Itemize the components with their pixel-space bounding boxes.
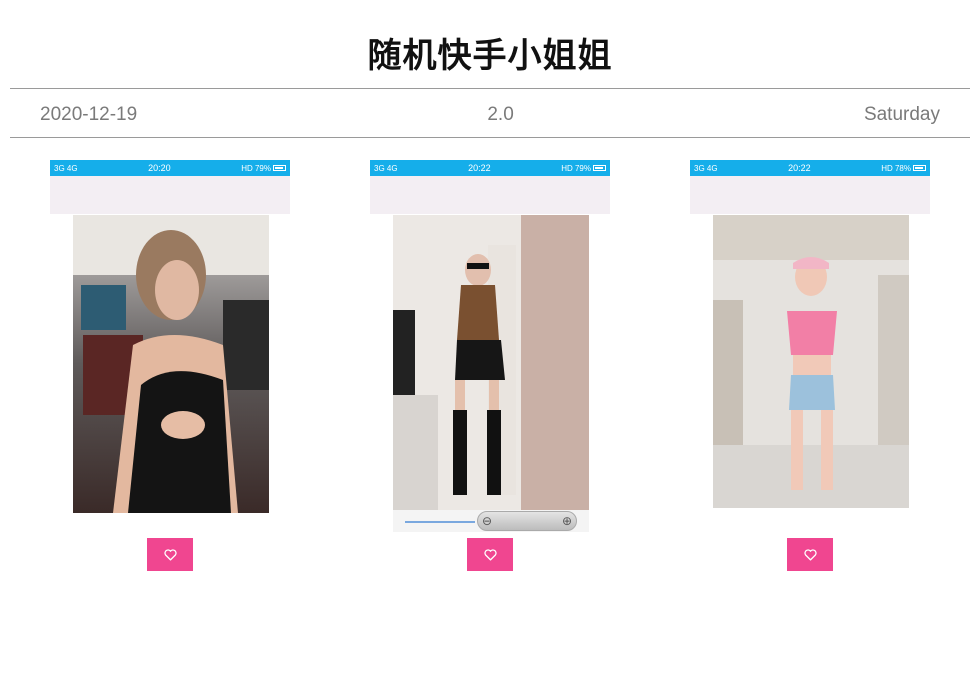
thumbnail-image — [393, 215, 589, 510]
info-row: 2020-12-19 2.0 Saturday — [40, 102, 940, 128]
status-right: HD 79% — [241, 164, 286, 173]
signal-indicator: 3G 4G — [694, 163, 718, 173]
bottom-divider — [10, 137, 970, 138]
video-card: 3G 4G 20:22 HD 78% — [690, 160, 930, 580]
page-title: 随机快手小姐姐 — [367, 36, 613, 76]
heart-outline-icon — [483, 548, 497, 561]
zoom-in-icon[interactable]: ⊕ — [562, 514, 572, 528]
zoom-control-bar: ⊖ ⊕ — [393, 510, 589, 532]
thumbnail-image — [713, 215, 909, 508]
app-bar — [50, 176, 290, 214]
video-card: 3G 4G 20:22 HD 79% ⊖ ⊕ — [370, 160, 610, 580]
video-thumbnail[interactable] — [73, 215, 269, 513]
signal-indicator: 3G 4G — [374, 163, 398, 173]
phone-status-bar: 3G 4G 20:22 HD 79% — [370, 160, 610, 176]
battery-icon — [593, 165, 606, 172]
app-bar — [690, 176, 930, 214]
weekday-label: Saturday — [863, 104, 940, 125]
signal-indicator: 3G 4G — [54, 163, 78, 173]
phone-status-bar: 3G 4G 20:20 HD 79% — [50, 160, 290, 176]
like-button[interactable] — [467, 538, 513, 571]
video-thumbnail[interactable] — [713, 215, 909, 508]
version-label: 2.0 — [487, 104, 514, 125]
date-label: 2020-12-19 — [40, 104, 138, 125]
heart-outline-icon — [163, 548, 177, 561]
video-card: 3G 4G 20:20 HD 79% — [50, 160, 290, 580]
battery-icon — [273, 165, 286, 172]
phone-status-bar: 3G 4G 20:22 HD 78% — [690, 160, 930, 176]
zoom-out-icon[interactable]: ⊖ — [482, 514, 492, 528]
status-time: 20:22 — [788, 163, 811, 173]
like-button[interactable] — [787, 538, 833, 571]
like-button[interactable] — [147, 538, 193, 571]
thumbnail-image — [73, 215, 269, 513]
status-time: 20:20 — [148, 163, 171, 173]
zoom-track[interactable] — [405, 521, 475, 523]
heart-outline-icon — [803, 548, 817, 561]
app-bar — [370, 176, 610, 214]
status-right: HD 79% — [561, 164, 606, 173]
battery-text: HD 78% — [881, 163, 911, 173]
battery-text: HD 79% — [241, 163, 271, 173]
zoom-buttons: ⊖ ⊕ — [477, 511, 577, 531]
battery-text: HD 79% — [561, 163, 591, 173]
status-right: HD 78% — [881, 164, 926, 173]
status-time: 20:22 — [468, 163, 491, 173]
top-divider — [10, 88, 970, 89]
battery-icon — [913, 165, 926, 172]
video-thumbnail[interactable] — [393, 215, 589, 510]
